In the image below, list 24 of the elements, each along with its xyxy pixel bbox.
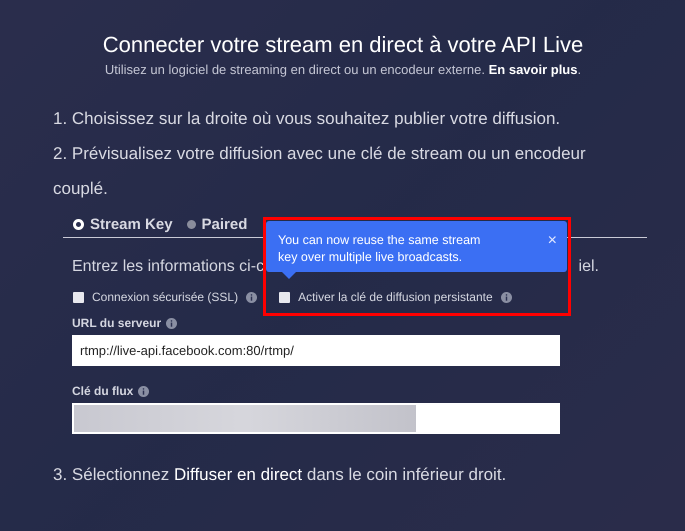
tooltip-text: You can now reuse the same stream key over multiple live broadcasts. [278, 232, 482, 266]
step-text: 3. Sélectionnez Diffuser en direct dans le coin inférieur droit. [53, 464, 508, 486]
info-icon[interactable] [166, 318, 178, 328]
link[interactable]: Diffuser en direct [174, 465, 302, 484]
instruction-text: Entrez les informations ci-c [72, 258, 264, 276]
field-label: Clé du flux [72, 384, 134, 398]
stream-tab[interactable]: Paired [186, 216, 248, 233]
checkbox[interactable] [279, 292, 290, 302]
close-button[interactable]: × [548, 233, 557, 249]
info-icon[interactable] [500, 292, 512, 302]
page-title: Connecter votre stream en direct à votre API Live [102, 31, 584, 59]
checkbox-label: Connexion sécurisée (SSL) [92, 290, 238, 304]
checkbox-label: Activer la clé de diffusion persistante [298, 290, 493, 304]
instruction-text: iel. [578, 258, 599, 276]
stream-tab[interactable]: Stream Key [73, 216, 173, 233]
checkbox[interactable] [73, 292, 84, 302]
info-icon[interactable] [138, 386, 150, 396]
input-field[interactable] [72, 403, 560, 434]
field-label: URL du serveur [72, 316, 162, 330]
input-field[interactable]: rtmp://live-api.facebook.com:80/rtmp/ [72, 335, 560, 366]
info-icon[interactable] [246, 292, 258, 302]
subtitle: Utilisez un logiciel de streaming en direct ou un encodeur externe. En savoir plus. [104, 62, 582, 77]
step-text: 1. Choisissez sur la droite où vous souhaitez publier votre diffusion. [53, 108, 562, 130]
step-text: 2. Prévisualisez votre diffusion avec une clé de stream ou un encodeur couplé. [53, 143, 587, 200]
